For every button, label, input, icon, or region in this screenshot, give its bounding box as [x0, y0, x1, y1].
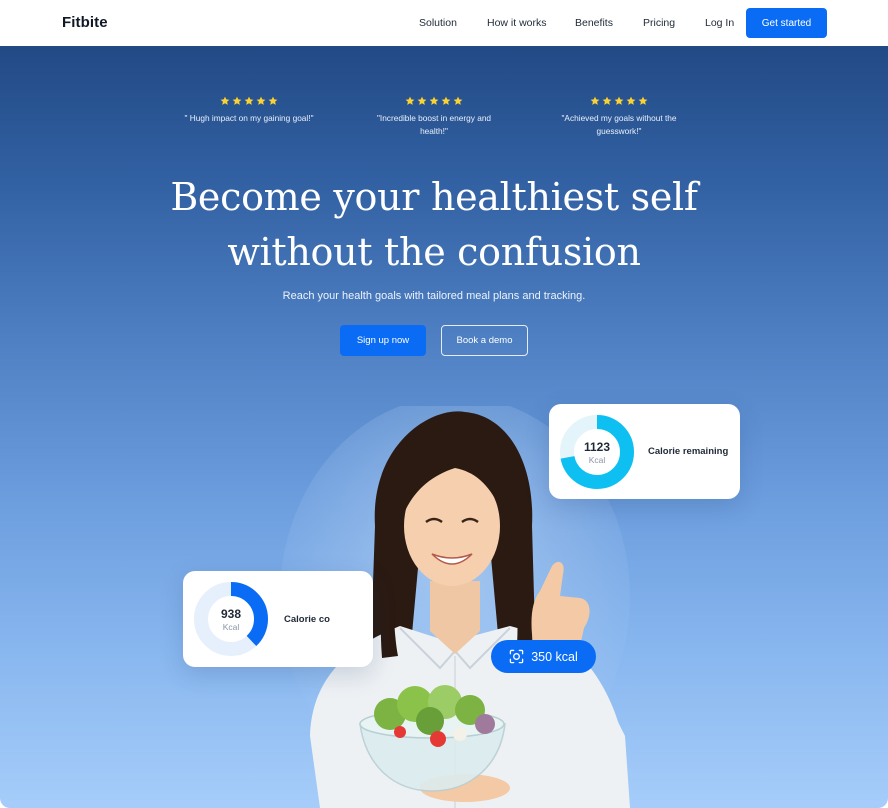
review-item: " Hugh impact on my gaining goal!"	[184, 96, 314, 125]
landing-page: Fitbite Solution How it works Benefits P…	[0, 0, 888, 808]
star-icon	[405, 96, 415, 105]
star-rating	[184, 96, 314, 107]
star-icon	[590, 96, 600, 105]
star-rating	[369, 96, 499, 107]
hero-headline: Become your healthiest self without the …	[0, 170, 868, 280]
star-icon	[417, 96, 427, 105]
star-icon	[232, 96, 242, 105]
nav-pricing[interactable]: Pricing	[643, 17, 675, 29]
get-started-button[interactable]: Get started	[746, 8, 827, 38]
review-item: "Incredible boost in energy and health!"	[369, 96, 499, 138]
login-link[interactable]: Log In	[705, 17, 734, 29]
calorie-remaining-value: 1123	[583, 440, 611, 454]
headline-line-1: Become your healthiest self	[170, 175, 698, 219]
star-icon	[453, 96, 463, 105]
calorie-consumed-unit: Kcal	[222, 622, 240, 632]
star-icon	[638, 96, 648, 105]
review-text: " Hugh impact on my gaining goal!"	[184, 113, 314, 123]
star-icon	[256, 96, 266, 105]
hero-subheadline: Reach your health goals with tailored me…	[282, 290, 586, 302]
star-icon	[614, 96, 624, 105]
calorie-consumed-card: 938 Kcal Calorie co	[183, 571, 373, 667]
review-text: "Achieved my goals without the guesswork…	[561, 113, 677, 136]
star-icon	[220, 96, 230, 105]
nav-benefits[interactable]: Benefits	[575, 17, 613, 29]
star-icon	[268, 96, 278, 105]
site-header: Fitbite Solution How it works Benefits P…	[0, 0, 888, 46]
kcal-badge-label: 350 kcal	[531, 649, 578, 664]
calorie-remaining-label: Calorie remaining	[648, 446, 729, 457]
star-rating	[554, 96, 684, 107]
sign-up-button[interactable]: Sign up now	[340, 325, 426, 356]
nav-how-it-works[interactable]: How it works	[487, 17, 547, 29]
calorie-remaining-card: 1123 Kcal Calorie remaining	[549, 404, 740, 499]
star-icon	[244, 96, 254, 105]
book-demo-button[interactable]: Book a demo	[441, 325, 528, 356]
kcal-scan-badge[interactable]: 350 kcal	[491, 640, 596, 673]
calorie-consumed-label: Calorie co	[284, 614, 330, 625]
scan-icon	[509, 649, 524, 664]
star-icon	[441, 96, 451, 105]
hero-section: " Hugh impact on my gaining goal!" "Incr…	[0, 46, 888, 808]
review-text: "Incredible boost in energy and health!"	[376, 113, 492, 136]
calorie-remaining-unit: Kcal	[588, 455, 606, 465]
star-icon	[626, 96, 636, 105]
calorie-consumed-value: 938	[220, 607, 242, 621]
review-item: "Achieved my goals without the guesswork…	[554, 96, 684, 138]
nav-solution[interactable]: Solution	[419, 17, 457, 29]
headline-line-2: without the confusion	[227, 230, 641, 274]
star-icon	[429, 96, 439, 105]
star-icon	[602, 96, 612, 105]
